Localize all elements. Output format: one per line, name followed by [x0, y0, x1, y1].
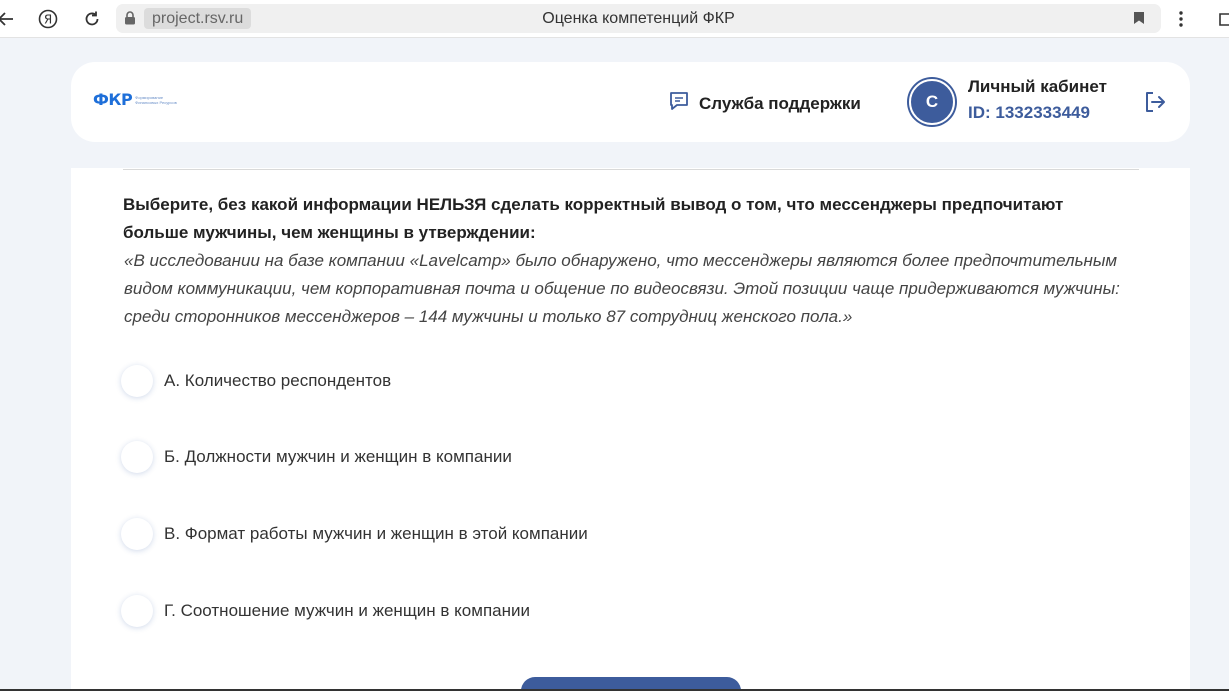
back-arrow-icon[interactable]: [0, 7, 18, 31]
divider: [123, 169, 1139, 170]
extension-icon[interactable]: [1214, 7, 1229, 31]
radio-button[interactable]: [121, 595, 153, 627]
answer-option[interactable]: А. Количество респондентов: [121, 365, 391, 397]
reload-icon[interactable]: [80, 7, 104, 31]
url-text[interactable]: project.rsv.ru: [144, 8, 252, 29]
option-label: Б. Должности мужчин и женщин в компании: [164, 447, 512, 466]
logo-subtext: Формирование Финансовых Ресурсов: [135, 94, 177, 105]
bookmark-icon[interactable]: [1133, 11, 1145, 30]
radio-button[interactable]: [121, 518, 153, 550]
lock-icon: [124, 11, 136, 30]
radio-button[interactable]: [121, 365, 153, 397]
svg-text:Я: Я: [44, 13, 52, 27]
support-label: Служба поддержки: [699, 93, 861, 113]
question-card: Выберите, без какой информации НЕЛЬЗЯ сд…: [71, 168, 1190, 691]
browser-page-title: Оценка компетенций ФКР: [542, 10, 735, 27]
answer-option[interactable]: В. Формат работы мужчин и женщин в этой …: [121, 518, 588, 550]
address-bar[interactable]: project.rsv.ru Оценка компетенций ФКР: [116, 4, 1161, 33]
logout-icon[interactable]: [1143, 90, 1167, 119]
yandex-icon[interactable]: Я: [36, 7, 60, 31]
more-menu-icon[interactable]: [1169, 7, 1193, 31]
answer-option[interactable]: Б. Должности мужчин и женщин в компании: [121, 441, 512, 473]
option-label: В. Формат работы мужчин и женщин в этой …: [164, 524, 588, 543]
option-label: Г. Соотношение мужчин и женщин в компани…: [164, 601, 530, 620]
support-link[interactable]: Служба поддержки: [668, 90, 861, 117]
avatar[interactable]: С: [909, 79, 955, 125]
answer-option[interactable]: Г. Соотношение мужчин и женщин в компани…: [121, 595, 530, 627]
site-header: ФКР Формирование Финансовых Ресурсов Слу…: [71, 62, 1190, 142]
question-quote: «В исследовании на базе компании «Lavelc…: [124, 251, 1120, 326]
radio-button[interactable]: [121, 441, 153, 473]
fkr-logo[interactable]: ФКР Формирование Финансовых Ресурсов: [93, 90, 183, 109]
cabinet-title[interactable]: Личный кабинет: [968, 77, 1107, 97]
logo-text: ФКР: [93, 90, 133, 109]
option-label: А. Количество респондентов: [164, 371, 392, 390]
cabinet-id: ID: 1332333449: [968, 103, 1090, 122]
browser-toolbar: Я project.rsv.ru Оценка компетенций ФКР: [0, 0, 1229, 38]
question-text: Выберите, без какой информации НЕЛЬЗЯ сд…: [123, 195, 1064, 242]
chat-icon: [668, 90, 690, 117]
